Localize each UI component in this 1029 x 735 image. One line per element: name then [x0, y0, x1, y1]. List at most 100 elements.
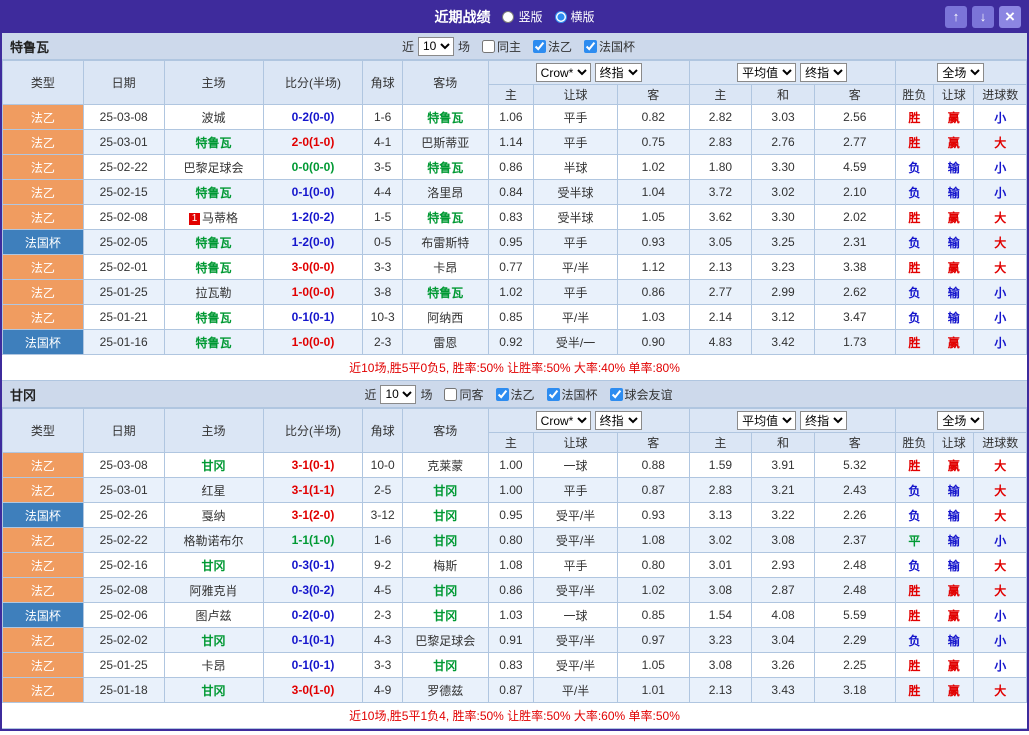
asia-odds-stage-select[interactable]: 终指: [595, 63, 642, 82]
team-name: 拉瓦勒: [196, 286, 232, 300]
recent-count-select[interactable]: 10: [418, 37, 454, 56]
filter-club-friendly[interactable]: 球会友谊: [610, 386, 673, 403]
result-wdl-cell: 胜: [895, 330, 933, 355]
up-arrow-icon: ↑: [953, 10, 960, 23]
summary-line: 近10场,胜5平1负4, 胜率:50% 让胜率:50% 大率:60% 单率:50…: [2, 703, 1027, 729]
team-name: 甘冈: [202, 559, 226, 573]
league-type-cell: 法乙: [3, 528, 84, 553]
euro-draw-odds-cell: 3.26: [752, 653, 815, 678]
result-handicap-cell: 输: [934, 155, 974, 180]
euro-draw-odds-cell: 3.08: [752, 528, 815, 553]
home-team-cell: 甘冈: [164, 628, 263, 653]
panel-title: 近期战绩: [434, 7, 490, 27]
vertical-radio-input[interactable]: [502, 11, 514, 23]
asia-home-odds-cell: 0.91: [488, 628, 533, 653]
coupe-checkbox[interactable]: [584, 40, 597, 53]
filter-same-home[interactable]: 同主: [482, 38, 521, 55]
match-row: 法乙25-02-15特鲁瓦0-1(0-0)4-4洛里昂0.84受半球1.043.…: [3, 180, 1027, 205]
scroll-up-button[interactable]: ↑: [945, 6, 967, 28]
euro-odds-source-select[interactable]: 平均值: [737, 411, 796, 430]
team-name: 阿纳西: [427, 311, 463, 325]
euro-home-odds-cell: 3.23: [689, 628, 752, 653]
asia-away-odds-cell: 1.04: [617, 180, 689, 205]
result-wdl-cell: 负: [895, 478, 933, 503]
ligue2-checkbox[interactable]: [533, 40, 546, 53]
checkbox-label: 同主: [497, 38, 521, 55]
result-handicap-cell: 赢: [934, 105, 974, 130]
handicap-cell: 受平/半: [534, 503, 618, 528]
friendly-checkbox[interactable]: [610, 388, 623, 401]
euro-odds-source-select[interactable]: 平均值: [737, 63, 796, 82]
corner-cell: 3-3: [363, 255, 402, 280]
match-scope-select[interactable]: 全场: [937, 63, 984, 82]
team-name: 甘冈: [202, 459, 226, 473]
filter-same-away[interactable]: 同客: [444, 386, 483, 403]
asia-home-odds-cell: 0.80: [488, 528, 533, 553]
euro-away-odds-cell: 3.38: [814, 255, 895, 280]
date-cell: 25-01-16: [83, 330, 164, 355]
score-cell: 1-1(1-0): [263, 528, 363, 553]
asia-odds-source-select[interactable]: Crow*: [536, 63, 591, 82]
filter-coupe-de-france[interactable]: 法国杯: [547, 386, 598, 403]
team-name: 格勒诺布尔: [184, 534, 244, 548]
away-team-cell: 特鲁瓦: [402, 205, 488, 230]
down-arrow-icon: ↓: [980, 10, 987, 23]
close-icon: ×: [1005, 8, 1015, 25]
horizontal-radio-input[interactable]: [555, 11, 567, 23]
ligue2-checkbox[interactable]: [496, 388, 509, 401]
euro-odds-stage-select[interactable]: 终指: [800, 63, 847, 82]
date-cell: 25-01-25: [83, 653, 164, 678]
same-away-checkbox[interactable]: [444, 388, 457, 401]
same-home-checkbox[interactable]: [482, 40, 495, 53]
asia-away-odds-cell: 0.87: [617, 478, 689, 503]
euro-odds-stage-select[interactable]: 终指: [800, 411, 847, 430]
league-type-cell: 法乙: [3, 205, 84, 230]
recent-count-select[interactable]: 10: [380, 385, 416, 404]
scroll-down-button[interactable]: ↓: [972, 6, 994, 28]
col-header-asia-home: 主: [488, 85, 533, 105]
euro-away-odds-cell: 2.77: [814, 130, 895, 155]
euro-draw-odds-cell: 2.87: [752, 578, 815, 603]
home-team-cell: 特鲁瓦: [164, 330, 263, 355]
league-type-cell: 法乙: [3, 130, 84, 155]
corner-cell: 1-6: [363, 105, 402, 130]
handicap-cell: 平/半: [534, 255, 618, 280]
asia-home-odds-cell: 0.77: [488, 255, 533, 280]
corner-cell: 10-3: [363, 305, 402, 330]
team-name-heading: 特鲁瓦: [10, 40, 49, 55]
result-handicap-cell: 赢: [934, 130, 974, 155]
team-name: 特鲁瓦: [196, 186, 232, 200]
col-header-date: 日期: [83, 409, 164, 453]
filter-ligue2[interactable]: 法乙: [496, 386, 535, 403]
euro-draw-odds-cell: 2.99: [752, 280, 815, 305]
result-wdl-cell: 胜: [895, 130, 933, 155]
layout-radio-horizontal[interactable]: 横版: [555, 8, 595, 25]
asia-home-odds-cell: 0.83: [488, 653, 533, 678]
asia-odds-stage-select[interactable]: 终指: [595, 411, 642, 430]
filter-ligue2[interactable]: 法乙: [533, 38, 572, 55]
close-button[interactable]: ×: [999, 6, 1021, 28]
coupe-checkbox[interactable]: [547, 388, 560, 401]
asia-away-odds-cell: 1.01: [617, 678, 689, 703]
team-name: 甘冈: [433, 584, 457, 598]
team-name: 甘冈: [433, 509, 457, 523]
col-header-home: 主场: [164, 61, 263, 105]
asia-odds-source-select[interactable]: Crow*: [536, 411, 591, 430]
asia-home-odds-cell: 1.02: [488, 280, 533, 305]
corner-cell: 2-3: [363, 603, 402, 628]
euro-away-odds-cell: 2.25: [814, 653, 895, 678]
date-cell: 25-02-05: [83, 230, 164, 255]
euro-home-odds-cell: 2.13: [689, 678, 752, 703]
date-cell: 25-02-26: [83, 503, 164, 528]
away-team-cell: 甘冈: [402, 653, 488, 678]
team-name: 马蒂格: [202, 211, 238, 225]
col-header-result-handicap: 让球: [934, 85, 974, 105]
away-team-cell: 克莱蒙: [402, 453, 488, 478]
layout-radio-vertical[interactable]: 竖版: [502, 8, 542, 25]
filter-coupe-de-france[interactable]: 法国杯: [584, 38, 635, 55]
asia-home-odds-cell: 0.95: [488, 503, 533, 528]
date-cell: 25-01-21: [83, 305, 164, 330]
match-scope-select[interactable]: 全场: [937, 411, 984, 430]
window-controls: ↑ ↓ ×: [945, 6, 1021, 28]
result-goals-cell: 大: [974, 478, 1027, 503]
